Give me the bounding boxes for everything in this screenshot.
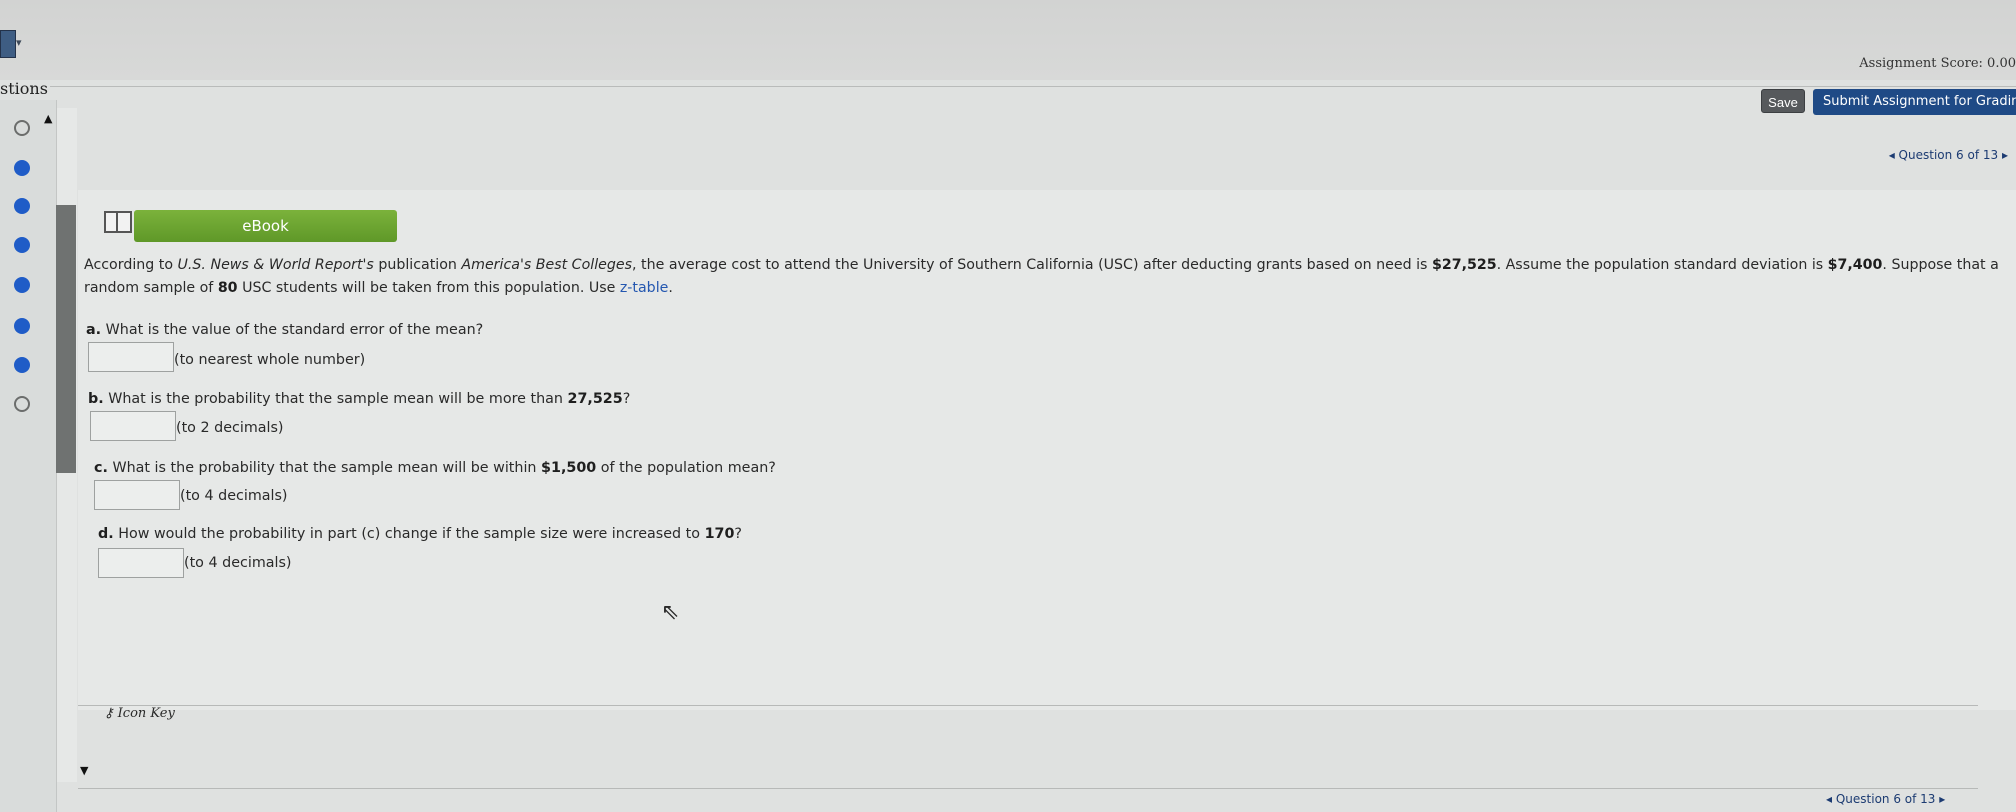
- content-divider: [78, 705, 1978, 706]
- header-divider: [50, 86, 2016, 87]
- questions-tab[interactable]: stions: [0, 79, 48, 98]
- assignment-page: ▾ Assignment Score: 0.00 stions Save Sub…: [0, 0, 2016, 812]
- scroll-up-icon[interactable]: ▲: [44, 112, 52, 125]
- menu-icon[interactable]: [0, 30, 16, 58]
- part-d-hint: (to 4 decimals): [184, 555, 292, 571]
- part-a-answer-input[interactable]: [88, 342, 174, 372]
- question-status-icon[interactable]: [14, 277, 30, 293]
- question-status-icon[interactable]: [14, 357, 30, 373]
- save-button[interactable]: Save: [1761, 89, 1805, 113]
- part-d-question: d. How would the probability in part (c)…: [98, 526, 742, 542]
- question-status-icon[interactable]: [14, 198, 30, 214]
- top-header: [0, 0, 2016, 80]
- chevron-right-icon[interactable]: ▸: [2002, 148, 2008, 162]
- part-a-hint: (to nearest whole number): [174, 352, 366, 368]
- part-c-question: c. What is the probability that the samp…: [94, 460, 776, 476]
- question-status-icon[interactable]: [14, 318, 30, 334]
- scrollbar-thumb[interactable]: [56, 205, 76, 473]
- key-icon: ⚷: [104, 706, 114, 721]
- sample-size-value: 80: [217, 280, 238, 296]
- chevron-right-icon[interactable]: ▸: [1939, 792, 1945, 806]
- question-nav-label: Question 6 of 13: [1898, 148, 1999, 162]
- part-b-answer-input[interactable]: [90, 411, 176, 441]
- part-b-hint: (to 2 decimals): [176, 420, 284, 436]
- question-status-icon[interactable]: [14, 237, 30, 253]
- pointer-icon: ⇖: [661, 600, 680, 625]
- chevron-down-icon[interactable]: ▾: [16, 36, 22, 49]
- question-status-icon[interactable]: [14, 396, 30, 412]
- z-table-link[interactable]: z-table: [620, 280, 669, 296]
- scroll-down-icon[interactable]: ▼: [80, 764, 88, 777]
- footer-divider: [78, 788, 1978, 789]
- submit-assignment-button[interactable]: Submit Assignment for Grading: [1813, 89, 2016, 115]
- icon-key-link[interactable]: ⚷ Icon Key: [104, 706, 175, 721]
- question-nav-top[interactable]: ◂ Question 6 of 13 ▸: [1889, 148, 2008, 162]
- assignment-score: Assignment Score: 0.00: [1859, 56, 2016, 71]
- part-d-answer-input[interactable]: [98, 548, 184, 578]
- part-c-hint: (to 4 decimals): [180, 488, 288, 504]
- question-text: According to U.S. News & World Report's …: [84, 257, 1999, 296]
- question-nav-bottom[interactable]: ◂ Question 6 of 13 ▸: [1826, 792, 1945, 806]
- chevron-left-icon[interactable]: ◂: [1889, 148, 1895, 162]
- ebook-button[interactable]: eBook: [134, 210, 397, 242]
- book-icon[interactable]: [104, 211, 132, 233]
- question-status-icon[interactable]: [14, 160, 30, 176]
- avg-cost-value: $27,525: [1431, 257, 1497, 273]
- question-nav-label: Question 6 of 13: [1835, 792, 1936, 806]
- part-a-question: a. What is the value of the standard err…: [86, 322, 484, 338]
- chevron-left-icon[interactable]: ◂: [1826, 792, 1832, 806]
- question-status-icon[interactable]: [14, 120, 30, 136]
- std-dev-value: $7,400: [1827, 257, 1883, 273]
- part-c-answer-input[interactable]: [94, 480, 180, 510]
- part-b-question: b. What is the probability that the samp…: [88, 391, 631, 407]
